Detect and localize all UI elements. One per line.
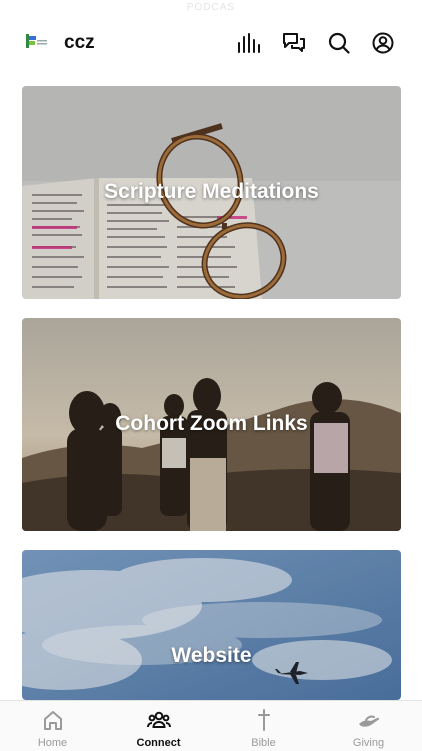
card-cohort-zoom-links[interactable]: Cohort Zoom Links: [22, 318, 401, 531]
search-icon[interactable]: [326, 30, 352, 56]
home-icon: [44, 711, 62, 730]
airplane-in-sky-image: [22, 550, 401, 700]
app-header: ccz: [0, 26, 422, 60]
giving-hand-icon: [359, 715, 380, 727]
equalizer-icon[interactable]: [236, 30, 262, 56]
app-logo[interactable]: [26, 32, 48, 52]
card-title: Website: [171, 644, 252, 667]
status-bar-text: PODCAS: [186, 2, 236, 13]
card-website[interactable]: Website: [22, 550, 401, 700]
card-scripture-meditations[interactable]: Scripture Meditations: [22, 86, 401, 299]
tab-connect[interactable]: Connect: [106, 701, 211, 751]
profile-icon[interactable]: [370, 30, 396, 56]
card-title: Cohort Zoom Links: [115, 412, 308, 435]
tab-label: Giving: [352, 737, 385, 749]
chat-bubbles-icon[interactable]: [281, 30, 307, 56]
tab-bible[interactable]: Bible: [211, 701, 316, 751]
tab-label: Home: [37, 737, 68, 749]
cross-icon: [258, 709, 270, 731]
tab-giving[interactable]: Giving: [316, 701, 421, 751]
app-title: ccz: [64, 32, 95, 53]
bottom-tab-bar: Home Connect Bible Giving: [0, 700, 422, 751]
people-icon: [147, 711, 171, 728]
tab-label: Connect: [136, 737, 181, 749]
tab-home[interactable]: Home: [0, 701, 105, 751]
card-title: Scripture Meditations: [104, 180, 319, 203]
tab-label: Bible: [251, 737, 276, 749]
